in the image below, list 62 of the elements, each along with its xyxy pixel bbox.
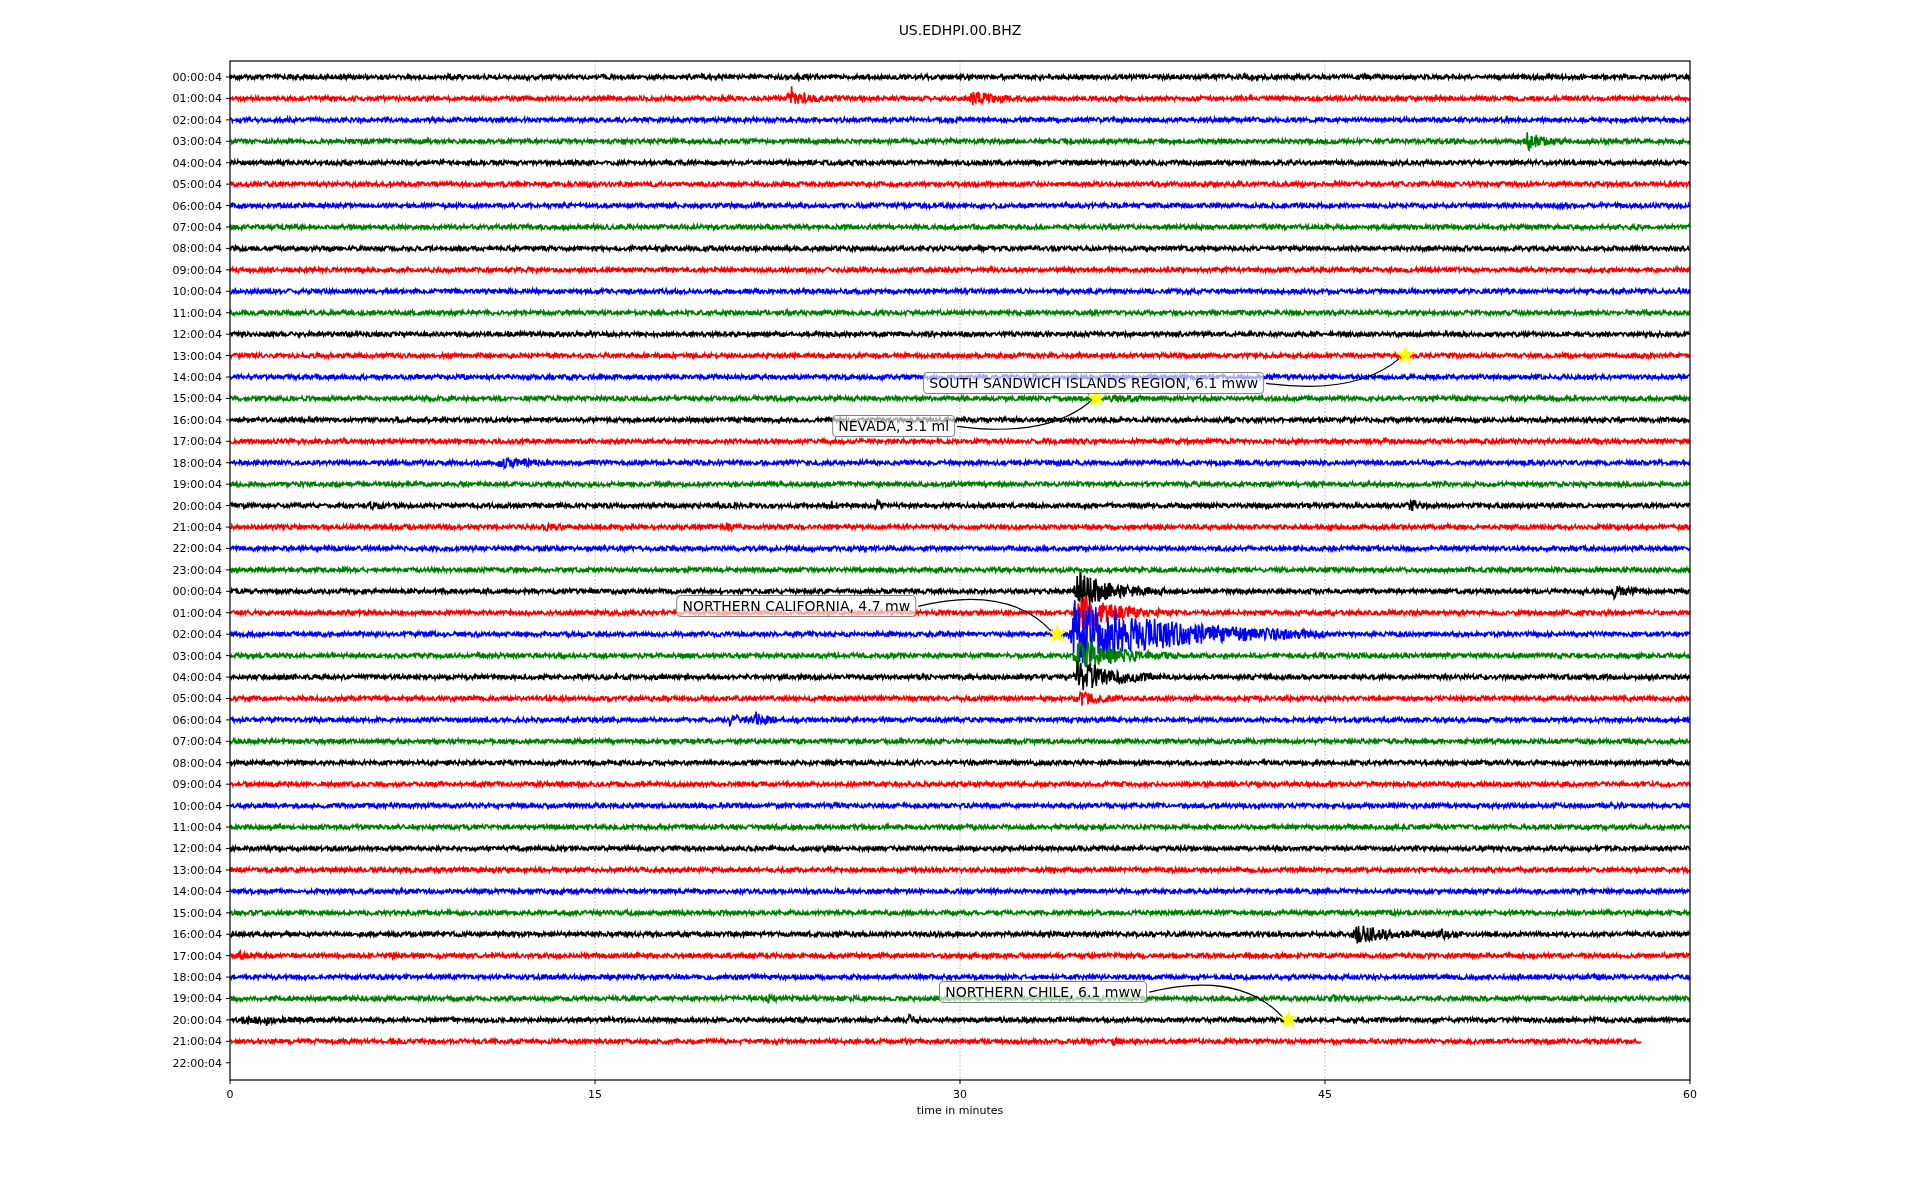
time-label: 20:00:04 (172, 1013, 222, 1027)
time-label: 00:00:04 (172, 71, 222, 84)
time-label: 12:00:04 (172, 842, 222, 856)
time-label: 16:00:04 (172, 928, 222, 942)
time-label: 06:00:04 (172, 713, 222, 727)
time-label: 07:00:04 (172, 735, 222, 749)
time-label: 01:00:04 (172, 92, 222, 106)
time-label: 18:00:04 (172, 456, 222, 470)
time-label: 13:00:04 (172, 863, 222, 877)
time-label: 10:00:04 (172, 799, 222, 813)
star-icon (1086, 388, 1106, 407)
event-label: NORTHERN CALIFORNIA, 4.7 mw (676, 595, 917, 618)
time-label: 10:00:04 (172, 285, 222, 299)
time-label: 11:00:04 (172, 821, 222, 835)
time-label: 19:00:04 (172, 478, 222, 492)
time-label: 15:00:04 (172, 392, 222, 406)
time-label: 09:00:04 (172, 263, 222, 277)
time-label: 08:00:04 (172, 242, 222, 256)
event-label: SOUTH SANDWICH ISLANDS REGION, 6.1 mww (923, 372, 1265, 395)
star-icon (1047, 624, 1067, 643)
time-label: 21:00:04 (172, 521, 222, 535)
time-label: 02:00:04 (172, 113, 222, 127)
time-label: 09:00:04 (172, 778, 222, 792)
time-label: 14:00:04 (172, 371, 222, 384)
time-label: 23:00:04 (172, 563, 222, 577)
time-label: 13:00:04 (172, 349, 222, 363)
time-label: 21:00:04 (172, 1035, 222, 1049)
star-icon (1279, 1009, 1298, 1028)
event-label: NORTHERN CHILE, 6.1 mww (939, 981, 1148, 1004)
time-label: 05:00:04 (172, 178, 222, 192)
chart-title: US.EDHPI.00.BHZ (898, 20, 1022, 40)
time-label: 22:00:04 (172, 1056, 222, 1070)
time-label: 17:00:04 (172, 435, 222, 449)
time-label: 14:00:04 (172, 885, 222, 899)
time-label: 04:00:04 (172, 156, 222, 170)
time-label: 18:00:04 (172, 971, 222, 985)
x-tick-label: 60 (1683, 1088, 1697, 1101)
time-label: 02:00:04 (172, 628, 222, 642)
x-tick-label: 45 (1318, 1088, 1332, 1101)
x-tick-label: 0 (226, 1088, 234, 1101)
time-label: 05:00:04 (172, 692, 222, 706)
x-axis-label: time in minutes (916, 1104, 1004, 1117)
time-label: 16:00:04 (172, 413, 222, 427)
time-label: 08:00:04 (172, 756, 222, 770)
time-label: 03:00:04 (172, 135, 222, 149)
time-label: 06:00:04 (172, 199, 222, 213)
time-label: 15:00:04 (172, 906, 222, 920)
x-tick-label: 30 (953, 1088, 967, 1101)
time-label: 03:00:04 (172, 649, 222, 663)
time-label: 12:00:04 (172, 328, 222, 342)
time-label: 17:00:04 (172, 949, 222, 963)
time-label: 00:00:04 (172, 585, 222, 599)
x-tick-label: 15 (588, 1088, 602, 1101)
event-label: NEVADA, 3.1 ml (832, 415, 956, 438)
time-label: 01:00:04 (172, 606, 222, 620)
time-label: 07:00:04 (172, 221, 222, 234)
time-label: 19:00:04 (172, 992, 222, 1006)
time-label: 11:00:04 (172, 306, 222, 320)
star-icon (1395, 345, 1415, 364)
time-label: 22:00:04 (172, 542, 222, 556)
time-label: 04:00:04 (172, 671, 222, 685)
time-label: 20:00:04 (172, 499, 222, 513)
